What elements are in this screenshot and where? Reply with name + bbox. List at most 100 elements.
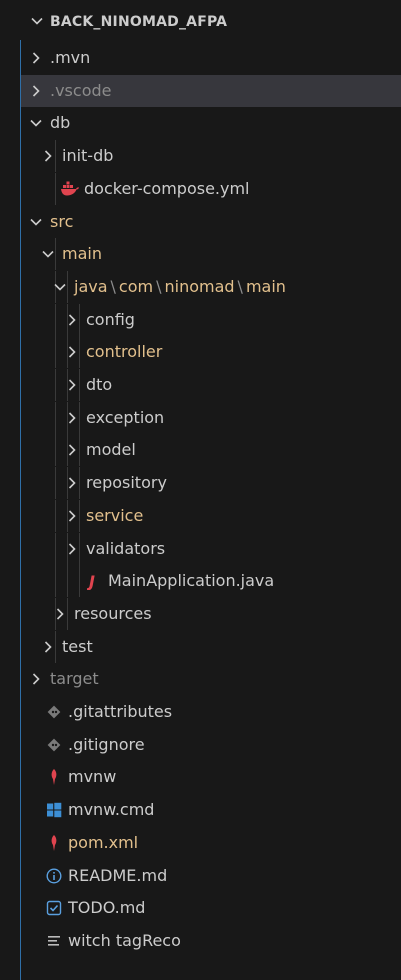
indent-guide [55,467,56,500]
path-separator: \ [237,276,243,296]
folder-item-exception[interactable]: exception [21,401,401,434]
folder-item-init-db[interactable]: init-db [21,140,401,173]
tree-item-label: service [86,505,144,525]
indent-guide [55,565,56,598]
tree-item-label: exception [86,407,165,427]
path-separator: \ [110,276,116,296]
folder-item-java-com-ninomad-main[interactable]: java \ com \ ninomad \ main [21,270,401,303]
checkbox-icon [44,899,64,917]
tree-item-label: dto [86,375,113,394]
indent-guide [55,532,56,565]
explorer-title: BACK_NINOMAD_AFPA [50,14,228,30]
folder-item-vscode[interactable]: .vscode [21,74,401,107]
indent-guide [79,565,80,598]
tree-item-label: src [50,211,74,231]
folder-item-controller[interactable]: controller [21,336,401,369]
file-item-mainapplication-java[interactable]: J MainApplication.java [21,565,401,598]
path-segment: main [245,276,286,296]
explorer-section-header[interactable]: BACK_NINOMAD_AFPA [0,8,401,38]
file-item-gitignore[interactable]: .gitignore [21,729,401,761]
folder-item-db[interactable]: db [21,107,401,139]
file-item-todo-md[interactable]: TODO.md [21,892,401,924]
git-icon [44,703,64,721]
file-item-pom-xml[interactable]: pom.xml [21,827,401,859]
tree-item-label: .gitattributes [68,702,173,721]
chevron-right-icon[interactable] [28,670,44,688]
indent-guide [55,499,56,532]
docker-icon [60,180,80,198]
chevron-right-icon[interactable] [40,147,56,165]
file-item-witch-tagreco[interactable]: witch tagReco [21,925,401,957]
file-item-mvnw[interactable]: mvnw [21,761,401,793]
indent-guide [67,565,68,598]
tree-item-label: .mvn [50,48,91,67]
chevron-right-icon[interactable] [28,82,44,100]
maven-feather-icon [44,768,64,786]
tree-item-label: java \ com \ ninomad \ main [74,277,286,296]
folder-item-dto[interactable]: dto [21,369,401,401]
tree-item-label: witch tagReco [68,930,181,950]
tree-item-label: init-db [62,146,114,166]
folder-item-target[interactable]: target [21,663,401,695]
tree-item-label: TODO.md [68,898,146,918]
chevron-right-icon[interactable] [28,49,44,67]
folder-item-config[interactable]: config [21,303,401,336]
tree-item-label: resources [74,603,152,623]
chevron-right-icon[interactable] [64,409,80,427]
folder-item-service[interactable]: service [21,499,401,532]
tree-item-label: MainApplication.java [108,571,275,591]
path-segment: com [118,276,154,296]
file-item-docker-compose-yml[interactable]: docker-compose.yml [21,172,401,205]
chevron-right-icon[interactable] [52,605,68,623]
file-item-mvnw-cmd[interactable]: mvnw.cmd [21,794,401,826]
chevron-right-icon[interactable] [64,343,80,361]
java-icon: J [84,572,104,590]
tree-item-label: config [86,309,135,329]
folder-item-repository[interactable]: repository [21,467,401,500]
tree-item-label: controller [86,342,163,362]
chevron-right-icon[interactable] [64,474,80,492]
folder-item-test[interactable]: test [21,630,401,663]
folder-item-src[interactable]: src [21,206,401,238]
path-separator: \ [156,276,162,296]
indent-guide [55,303,56,336]
tree-item-label: target [50,669,99,689]
chevron-down-icon [30,14,44,28]
chevron-right-icon[interactable] [40,638,56,656]
folder-item-validators[interactable]: validators [21,532,401,565]
indent-guide [55,336,56,369]
folder-item-resources[interactable]: resources [21,597,401,630]
indent-guide [55,369,56,401]
chevron-right-icon[interactable] [64,507,80,525]
chevron-right-icon[interactable] [64,311,80,329]
indent-guide [55,401,56,434]
file-explorer-panel: BACK_NINOMAD_AFPA .mvn .vscode db init-db do… [0,0,401,980]
file-item-readme-md[interactable]: README.md [21,860,401,892]
tree-item-label: validators [86,538,166,558]
tree-item-label: main [62,244,102,264]
chevron-right-icon[interactable] [64,441,80,459]
chevron-down-icon[interactable] [28,213,44,231]
folder-item-main[interactable]: main [21,238,401,271]
chevron-down-icon[interactable] [28,114,44,132]
tree-item-label: test [62,636,93,656]
tree-item-label: mvnw [68,767,117,787]
chevron-right-icon[interactable] [64,376,80,394]
svg-text:J: J [87,572,95,590]
folder-item-mvn[interactable]: .mvn [21,42,401,74]
chevron-down-icon[interactable] [40,245,56,263]
tree-item-label: model [86,440,136,460]
chevron-down-icon[interactable] [52,278,68,296]
file-item-gitattributes[interactable]: .gitattributes [21,696,401,728]
text-lines-icon [44,932,64,950]
folder-item-model[interactable]: model [21,434,401,467]
path-segment: ninomad [164,276,235,296]
chevron-right-icon[interactable] [64,540,80,558]
indent-guide [55,434,56,467]
tree-item-label: repository [86,473,167,493]
tree-item-label: mvnw.cmd [68,800,155,820]
tree-item-label: docker-compose.yml [84,178,250,198]
tree-item-label: db [50,113,71,133]
tree-item-label: .vscode [50,80,112,100]
tree-item-label: README.md [68,865,168,885]
